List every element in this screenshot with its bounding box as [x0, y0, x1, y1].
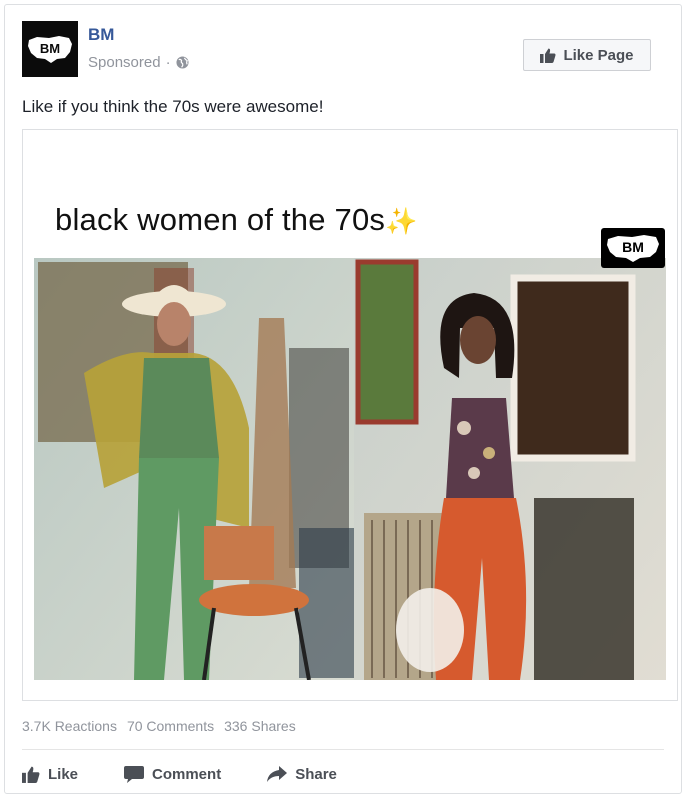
share-label: Share — [295, 765, 337, 783]
bm-watermark-logo-icon: BM — [607, 235, 659, 262]
post-image[interactable]: black women of the 70s✨ BM — [22, 129, 678, 701]
vintage-photos-illustration — [34, 258, 666, 680]
like-label: Like — [48, 765, 79, 783]
share-button[interactable]: Share — [267, 766, 337, 783]
post-header: BM BM Sponsored · Like Page — [22, 21, 664, 81]
sponsored-post-card: BM BM Sponsored · Like Page Like if you … — [4, 4, 682, 794]
actions-divider — [22, 749, 664, 750]
post-actions-bar: Like Comment Share — [22, 760, 383, 788]
watermark-text: BM — [622, 239, 644, 255]
engagement-stats: 3.7K Reactions 70 Comments 336 Shares — [22, 718, 296, 734]
bm-logo-icon: BM — [28, 36, 72, 63]
like-page-button[interactable]: Like Page — [523, 39, 651, 71]
reactions-count[interactable]: 3.7K Reactions — [22, 718, 117, 734]
page-avatar[interactable]: BM — [22, 21, 78, 77]
comment-button[interactable]: Comment — [124, 765, 222, 783]
separator-dot: · — [165, 54, 171, 71]
like-page-label: Like Page — [563, 46, 634, 64]
comment-bubble-icon — [124, 765, 145, 783]
meme-caption: black women of the 70s✨ — [55, 202, 418, 238]
thumbs-up-icon — [22, 766, 40, 783]
thumbs-up-icon — [540, 48, 556, 63]
share-arrow-icon — [267, 766, 288, 782]
sponsored-label[interactable]: Sponsored — [88, 54, 161, 71]
comments-count[interactable]: 70 Comments — [127, 718, 214, 734]
comment-label: Comment — [152, 765, 222, 783]
shares-count[interactable]: 336 Shares — [224, 718, 296, 734]
post-text: Like if you think the 70s were awesome! — [22, 97, 324, 116]
globe-icon[interactable] — [176, 56, 189, 69]
bm-watermark: BM — [601, 228, 665, 268]
meme-caption-text: black women of the 70s — [55, 202, 386, 237]
avatar-text: BM — [40, 41, 60, 56]
like-button[interactable]: Like — [22, 766, 78, 783]
sparkle-icon: ✨ — [385, 206, 418, 236]
chair-icon — [204, 526, 274, 580]
page-name-link[interactable]: BM — [88, 25, 114, 45]
sponsored-line: Sponsored · — [88, 54, 189, 71]
